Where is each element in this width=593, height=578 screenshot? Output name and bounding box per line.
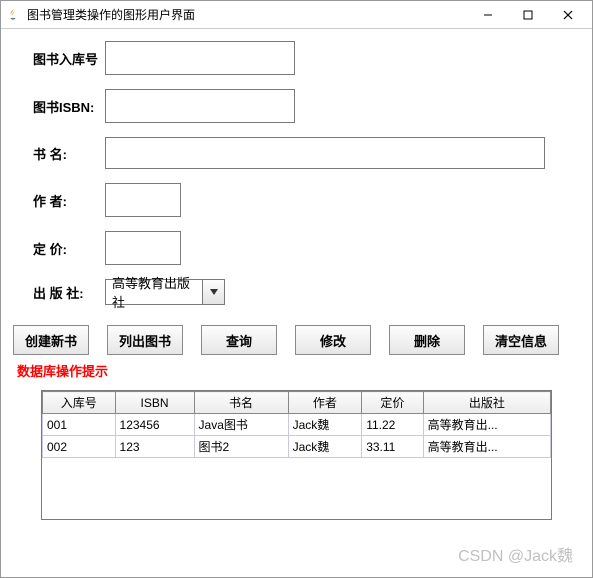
data-table[interactable]: 入库号 ISBN 书名 作者 定价 出版社 001 123456 Java图书 … — [42, 391, 551, 458]
label-price: 定 价: — [33, 239, 105, 258]
maximize-button[interactable] — [508, 2, 548, 28]
cell[interactable]: 123 — [115, 436, 194, 458]
window-title: 图书管理类操作的图形用户界面 — [27, 6, 468, 23]
cell[interactable]: 33.11 — [362, 436, 423, 458]
clear-button[interactable]: 清空信息 — [483, 325, 559, 355]
cell[interactable]: 123456 — [115, 414, 194, 436]
chevron-down-icon[interactable] — [202, 280, 224, 304]
label-author: 作 者: — [33, 191, 105, 210]
label-isbn: 图书ISBN: — [33, 97, 105, 116]
content-pane: 图书入库号 图书ISBN: 书 名: 作 者: 定 价: 出 版 社: 高等教育… — [1, 29, 592, 520]
cell[interactable]: 001 — [43, 414, 116, 436]
col-name[interactable]: 书名 — [194, 392, 288, 414]
title-bar: 图书管理类操作的图形用户界面 — [1, 1, 592, 29]
close-button[interactable] — [548, 2, 588, 28]
cell[interactable]: Jack魏 — [288, 436, 362, 458]
input-price[interactable] — [105, 231, 181, 265]
delete-button[interactable]: 删除 — [389, 325, 465, 355]
form-area: 图书入库号 图书ISBN: 书 名: 作 者: 定 价: 出 版 社: 高等教育… — [13, 37, 580, 323]
col-price[interactable]: 定价 — [362, 392, 423, 414]
input-isbn[interactable] — [105, 89, 295, 123]
table-row[interactable]: 002 123 图书2 Jack魏 33.11 高等教育出... — [43, 436, 551, 458]
label-book-id: 图书入库号 — [33, 49, 105, 68]
cell[interactable]: Java图书 — [194, 414, 288, 436]
label-publisher: 出 版 社: — [33, 283, 105, 302]
cell[interactable]: Jack魏 — [288, 414, 362, 436]
cell[interactable]: 11.22 — [362, 414, 423, 436]
create-button[interactable]: 创建新书 — [13, 325, 89, 355]
col-id[interactable]: 入库号 — [43, 392, 116, 414]
window-controls — [468, 2, 588, 28]
table-row[interactable]: 001 123456 Java图书 Jack魏 11.22 高等教育出... — [43, 414, 551, 436]
label-book-name: 书 名: — [33, 144, 105, 163]
input-author[interactable] — [105, 183, 181, 217]
cell[interactable]: 高等教育出... — [423, 414, 550, 436]
publisher-combobox[interactable]: 高等教育出版社 — [105, 279, 225, 305]
cell[interactable]: 002 — [43, 436, 116, 458]
col-isbn[interactable]: ISBN — [115, 392, 194, 414]
table-header-row: 入库号 ISBN 书名 作者 定价 出版社 — [43, 392, 551, 414]
publisher-selected: 高等教育出版社 — [106, 280, 202, 304]
data-table-container: 入库号 ISBN 书名 作者 定价 出版社 001 123456 Java图书 … — [41, 390, 552, 520]
button-row: 创建新书 列出图书 查询 修改 删除 清空信息 — [13, 323, 580, 359]
java-icon — [5, 7, 21, 23]
query-button[interactable]: 查询 — [201, 325, 277, 355]
cell[interactable]: 图书2 — [194, 436, 288, 458]
watermark: CSDN @Jack魏 — [458, 542, 573, 566]
list-button[interactable]: 列出图书 — [107, 325, 183, 355]
modify-button[interactable]: 修改 — [295, 325, 371, 355]
col-publisher[interactable]: 出版社 — [423, 392, 550, 414]
minimize-button[interactable] — [468, 2, 508, 28]
col-author[interactable]: 作者 — [288, 392, 362, 414]
input-book-id[interactable] — [105, 41, 295, 75]
cell[interactable]: 高等教育出... — [423, 436, 550, 458]
status-message: 数据库操作提示 — [13, 359, 580, 390]
input-book-name[interactable] — [105, 137, 545, 169]
